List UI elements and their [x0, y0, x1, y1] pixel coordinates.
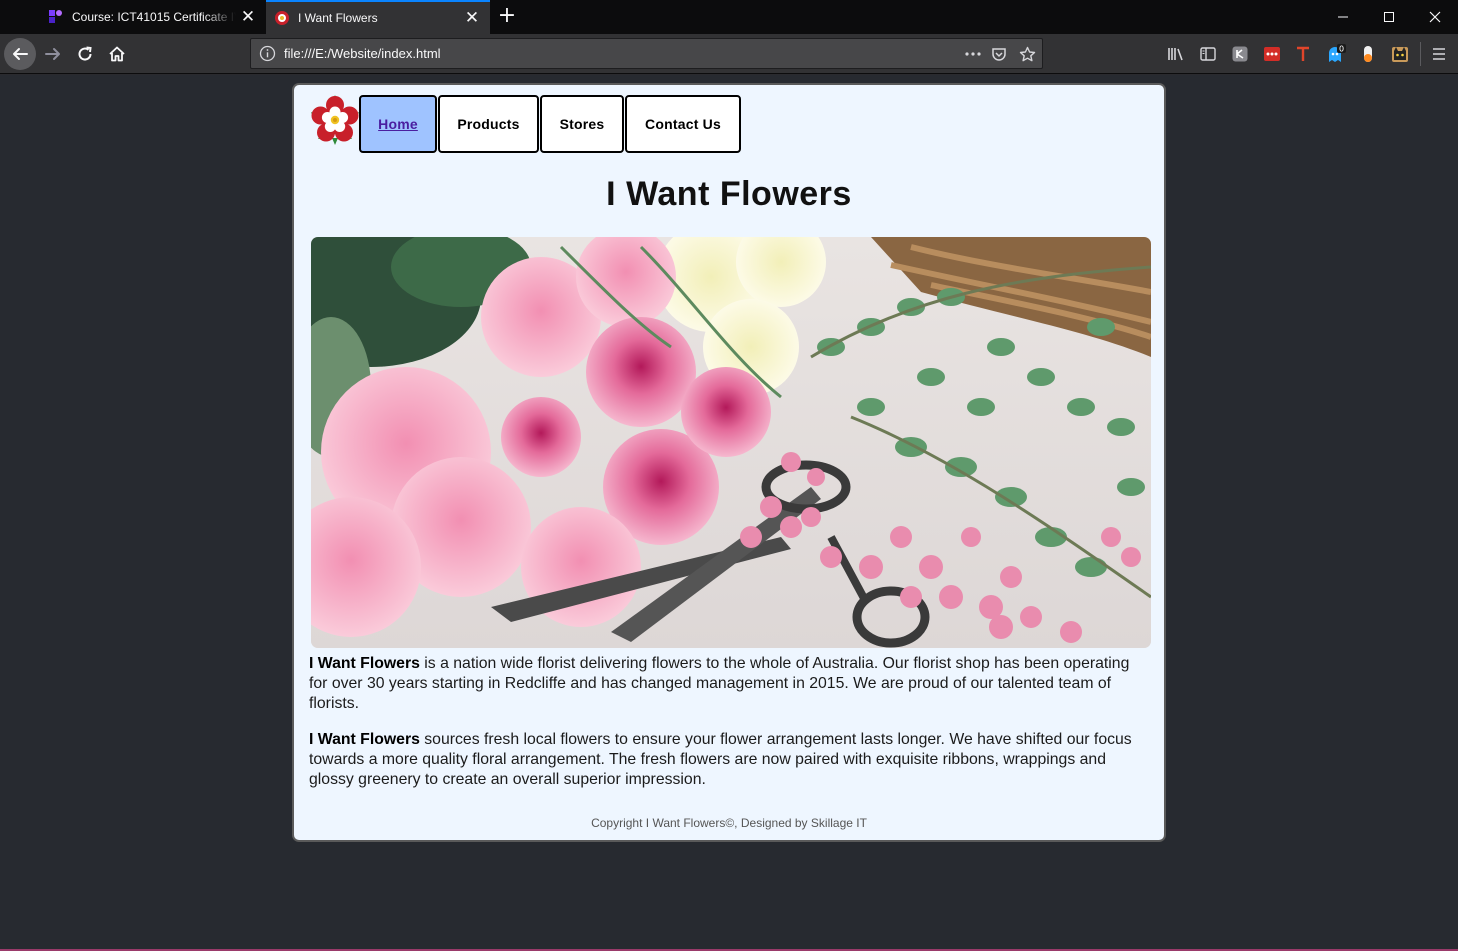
- flowers-photo: [311, 237, 1151, 648]
- maximize-button[interactable]: [1366, 0, 1412, 34]
- navigation-toolbar: file:///E:/Website/index.html 0: [0, 34, 1458, 74]
- tab-i-want-flowers[interactable]: I Want Flowers ✕: [266, 0, 490, 34]
- nav-contact-link[interactable]: Contact Us: [625, 95, 741, 153]
- brand-name: I Want Flowers: [309, 655, 420, 672]
- site-footer: Copyright I Want Flowers©, Designed by S…: [591, 816, 867, 830]
- nav-products-link[interactable]: Products: [438, 95, 539, 153]
- maximize-icon: [1384, 12, 1394, 22]
- info-icon[interactable]: [259, 45, 276, 62]
- reload-icon: [78, 46, 92, 61]
- rose-favicon-icon: [275, 11, 289, 25]
- sidebar-icon: [1200, 47, 1216, 61]
- page-actions-button[interactable]: [963, 45, 983, 63]
- home-button[interactable]: [101, 38, 133, 70]
- reload-button[interactable]: [69, 38, 101, 70]
- tab-title: I Want Flowers: [298, 11, 378, 25]
- menu-button[interactable]: [1428, 43, 1450, 65]
- page-title: I Want Flowers: [606, 175, 852, 213]
- tudor-rose-logo-icon: [311, 95, 359, 145]
- forward-button[interactable]: [37, 38, 69, 70]
- minimize-button[interactable]: [1320, 0, 1366, 34]
- cat-icon: [1392, 47, 1408, 62]
- new-tab-button[interactable]: +: [494, 4, 520, 30]
- toolbar-separator: [1420, 42, 1421, 66]
- address-bar[interactable]: file:///E:/Website/index.html: [250, 38, 1043, 69]
- close-window-button[interactable]: [1412, 0, 1458, 34]
- url-text[interactable]: file:///E:/Website/index.html: [284, 46, 441, 61]
- intro-paragraph: I Want Flowers is a nation wide florist …: [309, 654, 1149, 714]
- extension-cat-button[interactable]: [1389, 43, 1411, 65]
- bookmark-button[interactable]: [1017, 45, 1037, 63]
- extension-button[interactable]: [1229, 43, 1251, 65]
- page-viewport: Home Products Stores Contact Us I Want F…: [0, 75, 1458, 951]
- text-t-icon: [1297, 46, 1309, 61]
- ghost-icon: 0: [1329, 44, 1346, 62]
- brand-name: I Want Flowers: [309, 731, 420, 748]
- close-tab-icon[interactable]: ✕: [236, 5, 260, 29]
- extension-capsule-button[interactable]: [1357, 43, 1379, 65]
- more-icon: [965, 52, 981, 56]
- arrow-left-icon: [13, 48, 28, 60]
- home-icon: [109, 46, 125, 62]
- password-manager-icon: [1264, 47, 1280, 61]
- nav-home-link[interactable]: Home: [359, 95, 437, 153]
- extension-icon: [1232, 46, 1248, 62]
- star-icon: [1019, 46, 1035, 61]
- close-tab-icon[interactable]: ✕: [460, 6, 484, 30]
- minimize-icon: [1338, 16, 1348, 18]
- pocket-button[interactable]: [989, 45, 1009, 63]
- paragraph-text: sources fresh local flowers to ensure yo…: [309, 731, 1132, 788]
- intro-copy: I Want Flowers is a nation wide florist …: [309, 654, 1149, 806]
- hamburger-menu-icon: [1433, 48, 1445, 60]
- library-button[interactable]: [1165, 43, 1187, 65]
- capsule-icon: [1364, 46, 1372, 62]
- back-button[interactable]: [4, 38, 36, 70]
- extension-text-button[interactable]: [1292, 43, 1314, 65]
- library-icon: [1168, 48, 1183, 61]
- hero-image: [311, 237, 1151, 648]
- main-nav: Home Products Stores Contact Us: [359, 95, 742, 153]
- close-icon: [1429, 11, 1441, 23]
- nav-stores-link[interactable]: Stores: [540, 95, 624, 153]
- tab-course[interactable]: Course: ICT41015 Certificate IV ✕: [40, 0, 266, 34]
- extension-lastpass-button[interactable]: [1261, 43, 1283, 65]
- svg-text:0: 0: [1339, 45, 1344, 54]
- site-container: Home Products Stores Contact Us I Want F…: [292, 83, 1166, 842]
- pocket-icon: [992, 48, 1006, 61]
- tab-title: Course: ICT41015 Certificate IV: [72, 10, 236, 24]
- arrow-right-icon: [45, 48, 60, 60]
- course-favicon-icon: [49, 10, 62, 23]
- extension-ghost-button[interactable]: 0: [1325, 43, 1347, 65]
- intro-paragraph: I Want Flowers sources fresh local flowe…: [309, 730, 1149, 790]
- paragraph-text: is a nation wide florist delivering flow…: [309, 655, 1130, 712]
- tab-strip: Course: ICT41015 Certificate IV ✕ I Want…: [0, 0, 1458, 34]
- sidebar-button[interactable]: [1197, 43, 1219, 65]
